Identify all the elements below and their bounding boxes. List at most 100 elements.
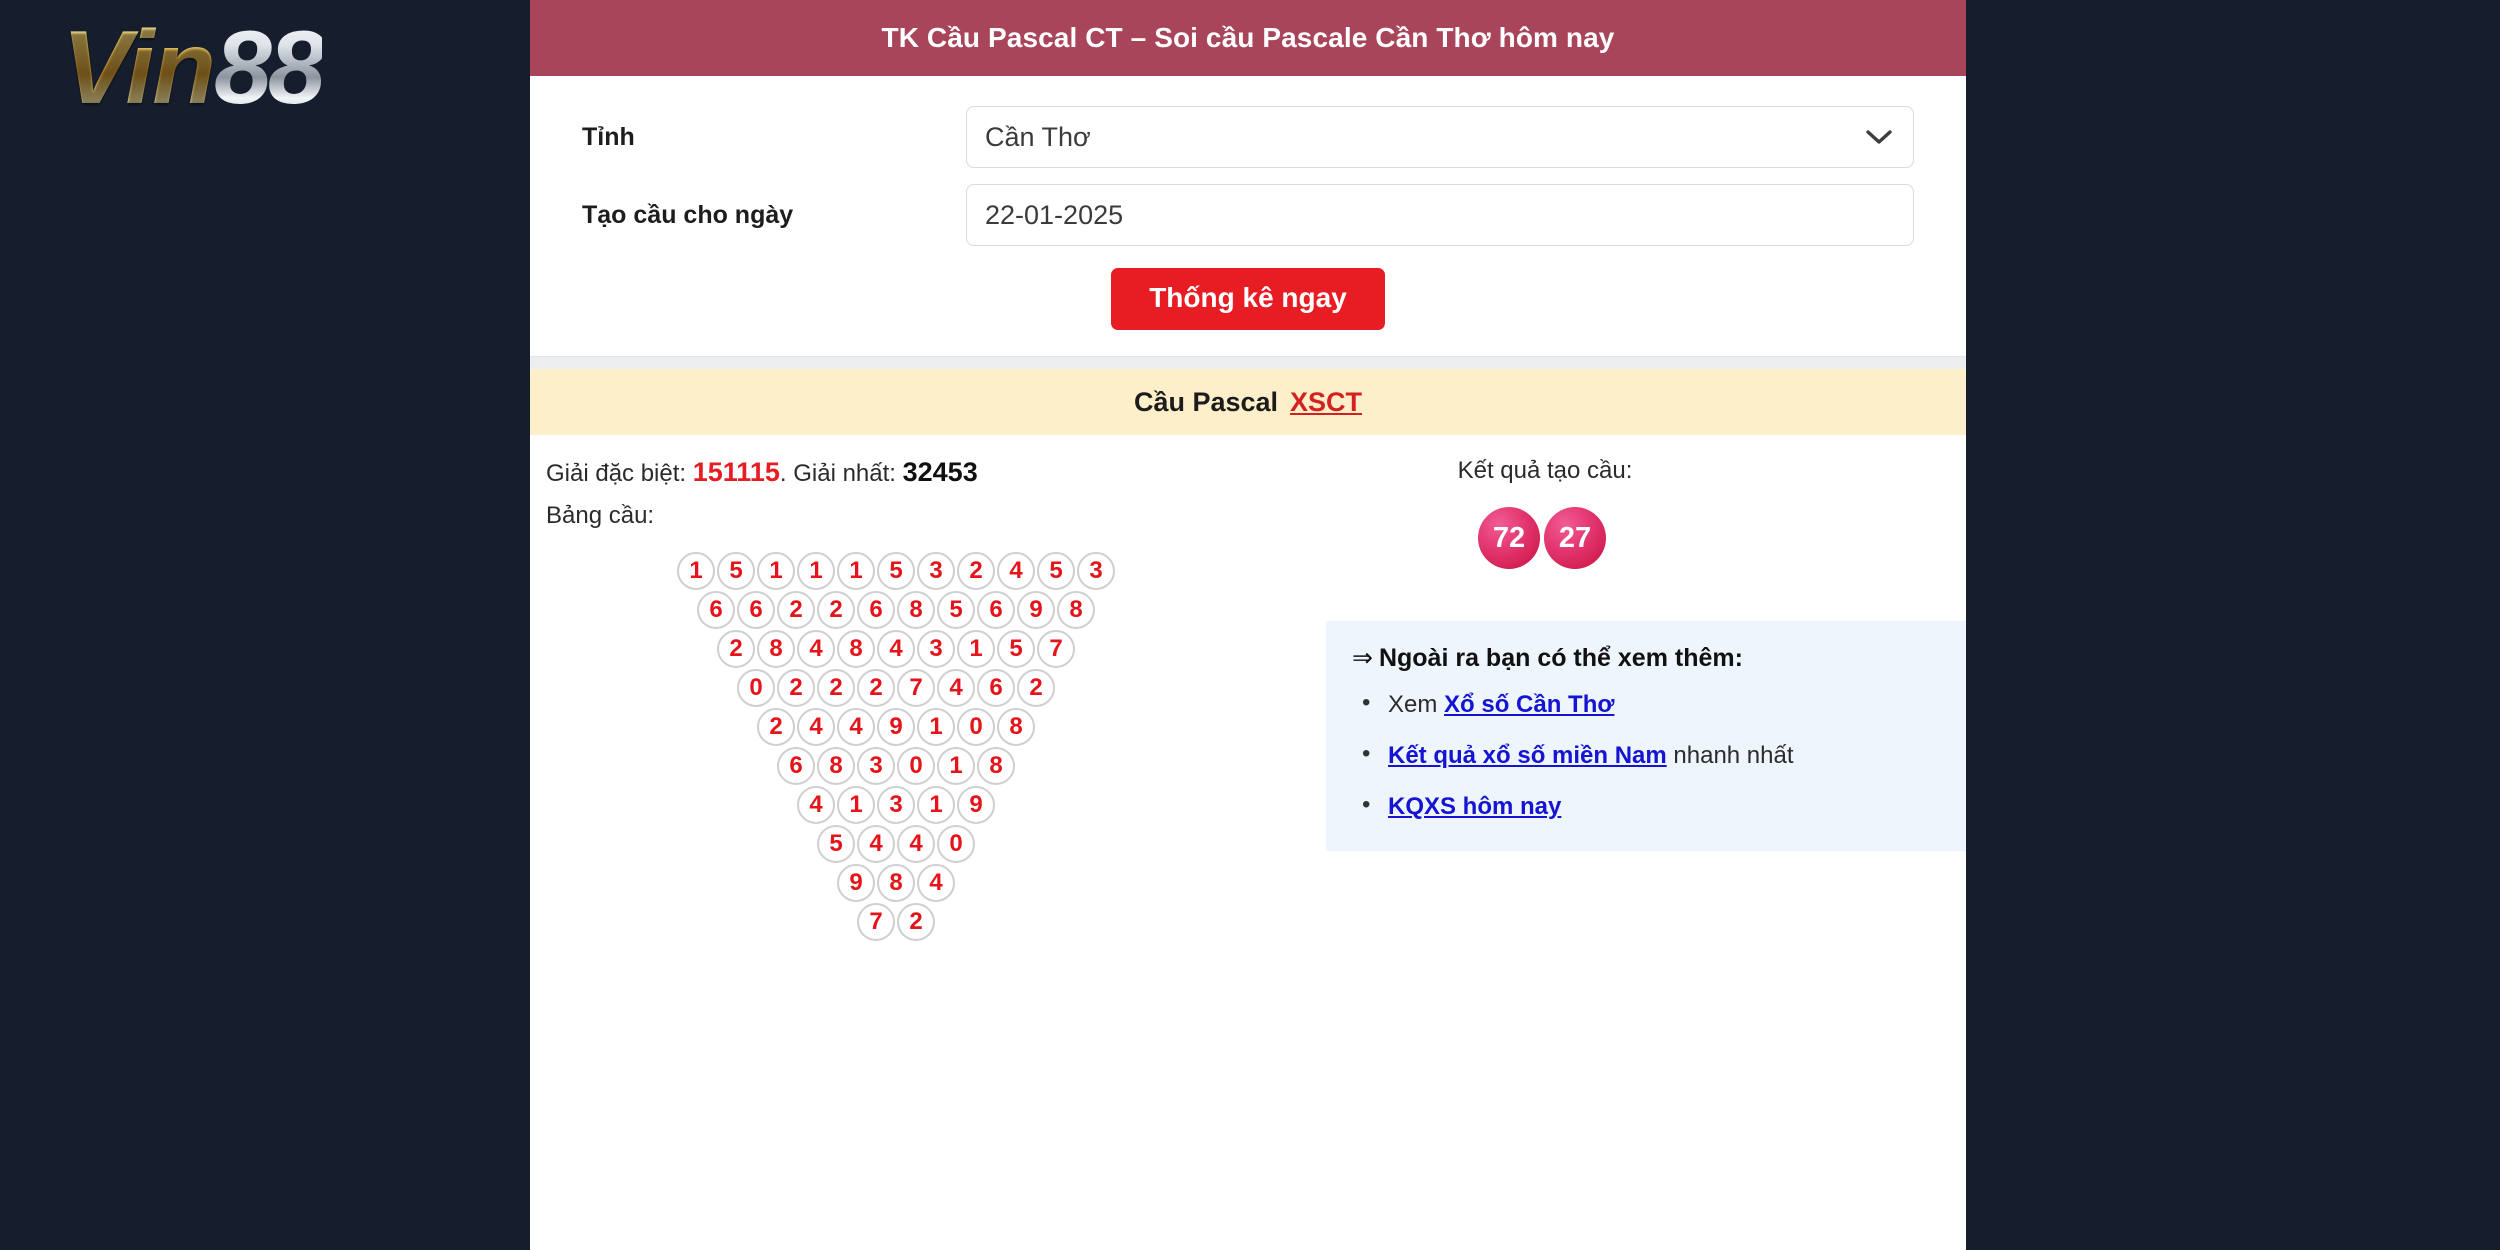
- pyramid-digit: 2: [757, 708, 795, 746]
- pyramid-digit: 5: [877, 552, 915, 590]
- pyramid-digit: 9: [837, 864, 875, 902]
- related-links-heading: Ngoài ra bạn có thể xem thêm:: [1378, 644, 1743, 672]
- brand-sidebar: Vin88: [0, 0, 530, 1250]
- pyramid-digit: 2: [817, 591, 855, 629]
- xsct-link[interactable]: XSCT: [1290, 387, 1362, 418]
- pyramid-digit: 4: [877, 630, 915, 668]
- pyramid-digit: 2: [957, 552, 995, 590]
- pyramid-digit: 3: [857, 747, 895, 785]
- results-area: Giải đặc biệt: 151115. Giải nhất: 32453 …: [530, 435, 2010, 941]
- page-title: TK Cầu Pascal CT – Soi cầu Pascale Cần T…: [881, 22, 1615, 53]
- pyramid-digit: 1: [917, 786, 955, 824]
- pyramid-digit: 4: [837, 708, 875, 746]
- pyramid-row: 41319: [546, 786, 1246, 824]
- pyramid-digit: 2: [857, 669, 895, 707]
- pyramid-digit: 6: [697, 591, 735, 629]
- pyramid-digit: 9: [877, 708, 915, 746]
- pyramid-digit: 8: [1057, 591, 1095, 629]
- pyramid-digit: 2: [817, 669, 855, 707]
- related-links-box: ⇒Ngoài ra bạn có thể xem thêm: Xem Xổ số…: [1326, 621, 2010, 851]
- pyramid-digit: 1: [957, 630, 995, 668]
- province-field-wrap: Cần Thơ: [966, 106, 1914, 168]
- pyramid-row: 6622685698: [546, 591, 1246, 629]
- first-prize-value: 32453: [902, 457, 978, 487]
- pyramid-digit: 1: [677, 552, 715, 590]
- main-panel: TK Cầu Pascal CT – Soi cầu Pascale Cần T…: [530, 0, 2010, 1250]
- pyramid-digit: 4: [797, 708, 835, 746]
- first-prize-label: Giải nhất:: [793, 460, 896, 487]
- pyramid-digit: 4: [897, 825, 935, 863]
- list-item: Kết quả xổ số miền Nam nhanh nhất: [1352, 738, 1984, 771]
- list-item: KQXS hôm nay: [1352, 789, 1984, 822]
- special-prize-label: Giải đặc biệt:: [546, 460, 687, 487]
- pascal-pyramid: 1511153245366226856982848431570222746224…: [546, 552, 1246, 941]
- pyramid-row: 683018: [546, 747, 1246, 785]
- pyramid-digit: 4: [857, 825, 895, 863]
- pyramid-digit: 8: [837, 630, 875, 668]
- pyramid-digit: 2: [897, 903, 935, 941]
- pyramid-digit: 3: [877, 786, 915, 824]
- pyramid-digit: 9: [957, 786, 995, 824]
- pyramid-caption: Bảng cầu:: [546, 502, 655, 529]
- related-link[interactable]: KQXS hôm nay: [1388, 793, 1561, 820]
- pyramid-digit: 3: [917, 630, 955, 668]
- pyramid-row: 5440: [546, 825, 1246, 863]
- submit-row: Thống kê ngay: [530, 254, 1966, 330]
- pyramid-digit: 5: [817, 825, 855, 863]
- pyramid-digit: 3: [1077, 552, 1115, 590]
- pyramid-digit: 7: [1037, 630, 1075, 668]
- pyramid-row: 284843157: [546, 630, 1246, 668]
- site-logo[interactable]: Vin88: [62, 16, 326, 120]
- link-suffix-text: nhanh nhất: [1666, 742, 1794, 770]
- pyramid-digit: 8: [977, 747, 1015, 785]
- subheader-text: Cầu Pascal: [1133, 386, 1279, 417]
- link-prefix-text: Xem: [1388, 691, 1445, 718]
- pyramid-digit: 5: [997, 630, 1035, 668]
- related-links-list: Xem Xổ số Cần Thơ Kết quả xổ số miền Nam …: [1352, 687, 1984, 823]
- pyramid-digit: 0: [957, 708, 995, 746]
- pyramid-digit: 7: [897, 669, 935, 707]
- pyramid-digit: 4: [937, 669, 975, 707]
- pyramid-digit: 4: [917, 864, 955, 902]
- pyramid-digit: 6: [777, 747, 815, 785]
- pyramid-digit: 5: [1037, 552, 1075, 590]
- pyramid-digit: 4: [797, 630, 835, 668]
- pyramid-digit: 5: [937, 591, 975, 629]
- pyramid-digit: 8: [997, 708, 1035, 746]
- pyramid-digit: 8: [757, 630, 795, 668]
- pyramid-column: Giải đặc biệt: 151115. Giải nhất: 32453 …: [546, 457, 1246, 942]
- related-link[interactable]: Kết quả xổ số miền Nam: [1388, 742, 1667, 769]
- pyramid-row: 984: [546, 864, 1246, 902]
- province-row: Tỉnh Cần Thơ: [530, 98, 1966, 176]
- date-row: Tạo cầu cho ngày: [530, 176, 1966, 254]
- right-gutter: [1966, 0, 2500, 1250]
- result-ball: 72: [1478, 507, 1540, 569]
- pyramid-row: 2449108: [546, 708, 1246, 746]
- date-field-wrap: [966, 184, 1914, 246]
- pyramid-digit: 4: [797, 786, 835, 824]
- pyramid-digit: 1: [837, 552, 875, 590]
- pyramid-digit: 2: [777, 591, 815, 629]
- pyramid-digit: 6: [857, 591, 895, 629]
- related-link[interactable]: Xổ số Cần Thơ: [1444, 691, 1614, 718]
- pyramid-digit: 7: [857, 903, 895, 941]
- special-prize-value: 151115: [692, 457, 780, 487]
- province-select[interactable]: Cần Thơ: [966, 106, 1914, 168]
- date-label: Tạo cầu cho ngày: [582, 200, 794, 229]
- section-subheader: Cầu Pascal XSCT: [530, 369, 1966, 435]
- date-input[interactable]: [966, 184, 1914, 246]
- prize-summary: Giải đặc biệt: 151115. Giải nhất: 32453: [546, 457, 1246, 488]
- lookup-form: Tỉnh Cần Thơ Tạo cầu cho ngày 22-01-2025…: [530, 76, 1966, 356]
- pyramid-digit: 1: [937, 747, 975, 785]
- pyramid-digit: 8: [897, 591, 935, 629]
- pyramid-row: 15111532453: [546, 552, 1246, 590]
- output-title: Kết quả tạo cầu:: [1457, 457, 1633, 484]
- pyramid-digit: 8: [877, 864, 915, 902]
- logo-text-gold: Vin: [62, 10, 216, 126]
- output-balls: 72 27: [1270, 507, 1960, 569]
- arrow-right-icon: ⇒: [1352, 644, 1373, 672]
- list-item: Xem Xổ số Cần Thơ: [1352, 687, 1984, 720]
- pyramid-digit: 6: [977, 669, 1015, 707]
- statistics-submit-button[interactable]: Thống kê ngay: [1111, 268, 1385, 330]
- pyramid-digit: 2: [777, 669, 815, 707]
